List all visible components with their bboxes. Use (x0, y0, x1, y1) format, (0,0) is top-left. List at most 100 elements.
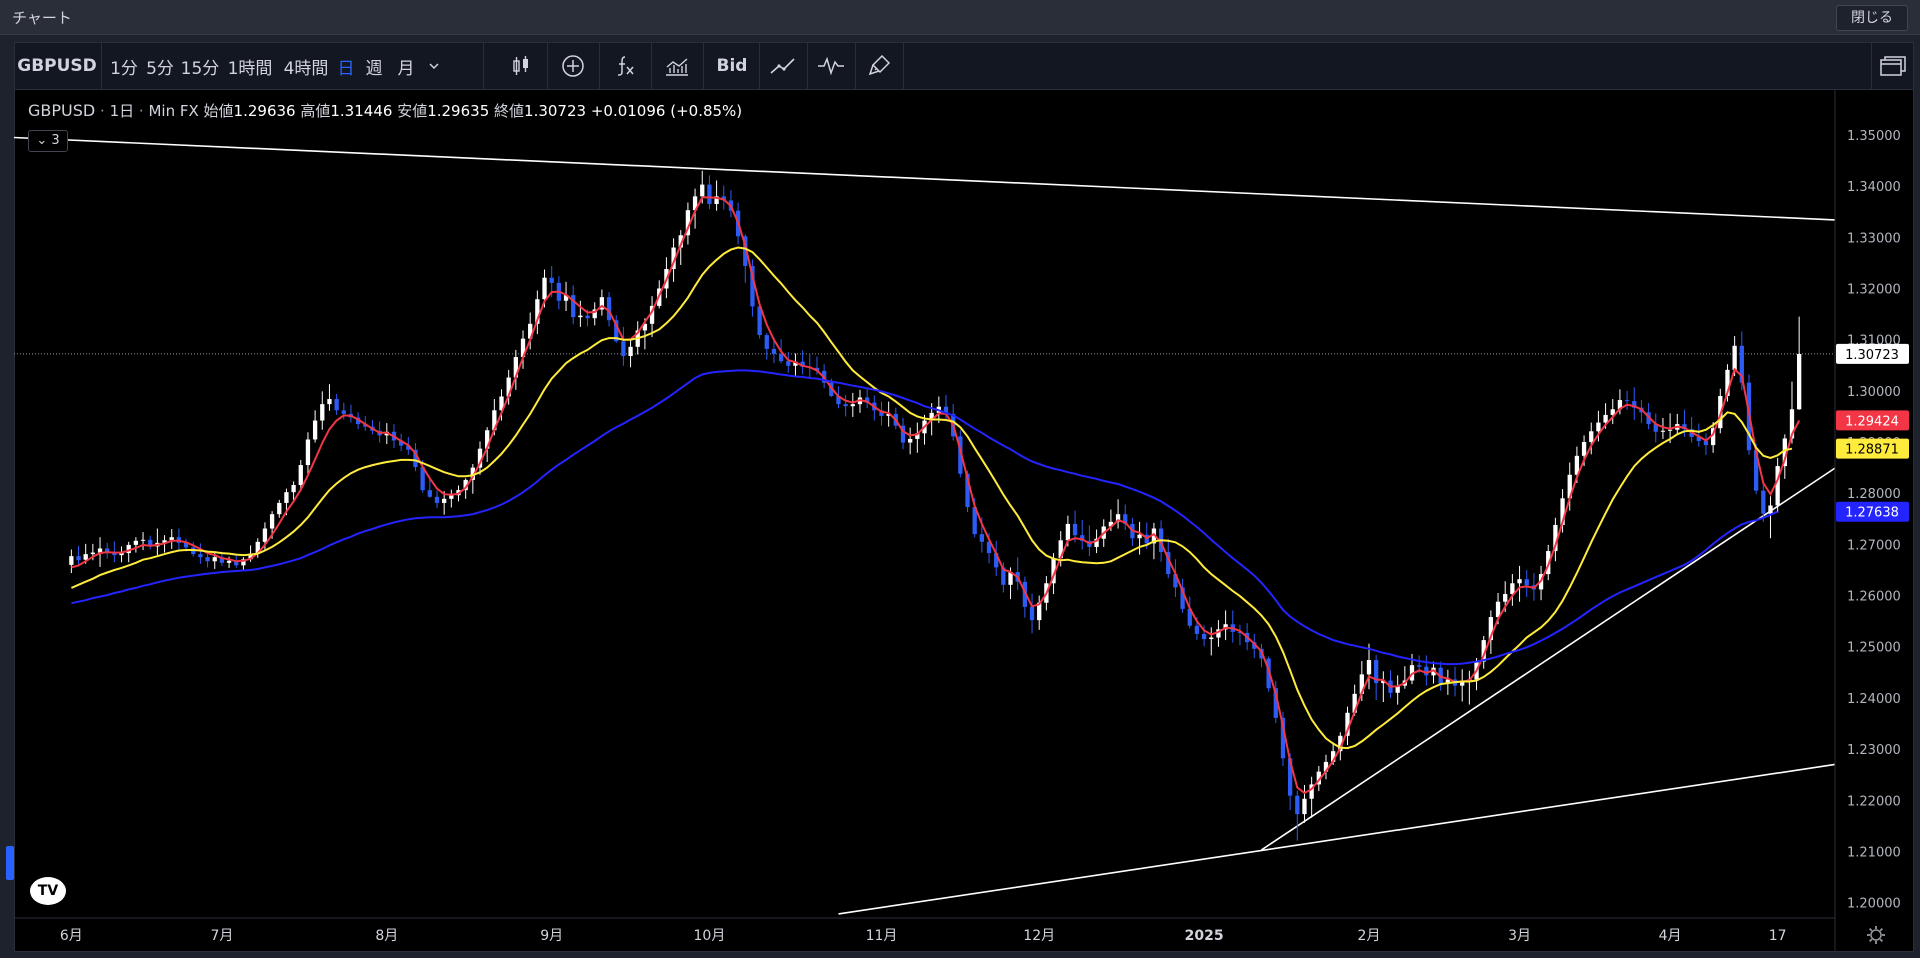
indicator-count: 3 (51, 133, 60, 148)
price-tick-label: 1.23000 (1847, 743, 1901, 758)
legend-interval: 1日 (109, 102, 135, 120)
candle-body (1366, 660, 1372, 675)
candle-body (434, 496, 440, 503)
candles (69, 170, 1802, 841)
candle-body (549, 277, 554, 283)
legend-low: 1.29635 (427, 102, 490, 120)
price-tick-label: 1.22000 (1847, 794, 1901, 809)
candle-body (212, 557, 217, 562)
candle-body (205, 557, 210, 562)
candle-body (621, 341, 626, 357)
candle-body (76, 556, 81, 561)
gear-icon[interactable] (1867, 926, 1885, 944)
legend-symbol: GBPUSD (28, 101, 96, 120)
candle-body (1295, 795, 1300, 815)
gear-icon-tooth (1868, 938, 1873, 943)
price-tick-label: 1.32000 (1847, 282, 1901, 297)
price-tick-label: 1.34000 (1847, 180, 1901, 195)
candle-body (1589, 431, 1594, 443)
candle-body (700, 184, 705, 197)
candle-body (262, 528, 268, 542)
time-tick-label: 9月 (540, 928, 563, 944)
price-tick-label: 1.35000 (1847, 129, 1901, 144)
candle-body (578, 315, 583, 318)
trendline[interactable] (13, 136, 1836, 221)
candle-body (334, 399, 339, 411)
legend-collapse-button[interactable]: ⌄ 3 (28, 130, 68, 152)
time-tick-label: 2025 (1185, 928, 1224, 944)
candle-body (786, 361, 791, 366)
candle-body (305, 439, 311, 466)
candle-body (1209, 637, 1214, 640)
price-chart[interactable]: 1.350001.340001.330001.320001.310001.300… (0, 0, 1920, 958)
candle-body (341, 410, 346, 414)
candle-body (628, 346, 633, 357)
candle-body (449, 495, 454, 499)
legend-high-label: 高値 (300, 102, 331, 120)
candle-body (90, 552, 96, 555)
moving-average-line (70, 246, 1793, 750)
candle-body (1194, 625, 1200, 634)
candle-body (778, 353, 784, 362)
legend-high: 1.31446 (330, 102, 393, 120)
candle-body (312, 420, 318, 440)
candle-body (298, 465, 303, 486)
moving-averages (70, 196, 1801, 795)
candle-body (1732, 345, 1737, 370)
price-tick-label: 1.20000 (1847, 897, 1901, 912)
candle-body (1201, 633, 1207, 640)
candle-body (1517, 579, 1522, 584)
candle-body (771, 348, 777, 354)
candle-body (1624, 400, 1630, 402)
candle-body (198, 554, 203, 558)
candle-body (83, 554, 88, 560)
candle-body (284, 492, 289, 503)
candle-body (1072, 523, 1078, 536)
price-tick-label: 1.25000 (1847, 641, 1901, 656)
candle-body (1660, 430, 1666, 432)
price-label-text: 1.30723 (1845, 348, 1899, 363)
candle-body (1761, 490, 1766, 514)
chart-legend: GBPUSD · 1日 · Min FX 始値1.29636 高値1.31446… (28, 100, 742, 121)
legend-dot: · (138, 102, 144, 120)
time-tick-label: 7月 (210, 928, 233, 944)
legend-close: 1.30723 (524, 102, 587, 120)
candle-body (1768, 505, 1773, 514)
candle-body (764, 335, 769, 349)
legend-open: 1.29636 (233, 102, 296, 120)
price-tick-label: 1.30000 (1847, 385, 1901, 400)
moving-average-line (71, 196, 1801, 795)
candle-body (1137, 534, 1142, 539)
time-tick-label: 8月 (375, 928, 398, 944)
time-axis[interactable]: 6月 7月 8月 9月 10月 11月 12月 2025 2月 3月 4月 17 (14, 917, 1885, 944)
candle-body (850, 404, 855, 407)
left-panel-handle[interactable] (6, 846, 14, 880)
candle-body (979, 534, 985, 542)
moving-average-line (71, 369, 1779, 666)
candle-body (291, 485, 296, 493)
time-tick-label: 11月 (866, 928, 898, 944)
gear-icon-ring (1870, 929, 1882, 941)
time-tick-label: 6月 (60, 928, 83, 944)
price-tick-label: 1.26000 (1847, 590, 1901, 605)
price-tick-label: 1.27000 (1847, 538, 1901, 553)
candle-body (442, 498, 447, 503)
candle-body (1503, 594, 1508, 602)
candle-body (843, 404, 848, 407)
candle-body (133, 540, 139, 545)
candle-body (1797, 353, 1802, 410)
time-tick-label: 10月 (694, 928, 726, 944)
legend-dot: · (100, 102, 105, 120)
trendline[interactable] (838, 763, 1836, 915)
tradingview-logo: TV (30, 877, 66, 905)
legend-source: Min FX (148, 102, 199, 120)
price-label-text: 1.29424 (1845, 414, 1899, 429)
time-tick-label: 17 (1769, 928, 1787, 944)
legend-close-label: 終値 (494, 102, 525, 120)
trendline[interactable] (1261, 467, 1836, 851)
candle-body (69, 556, 74, 565)
candle-body (327, 399, 332, 405)
candle-body (1603, 414, 1608, 423)
price-tick-label: 1.21000 (1847, 845, 1901, 860)
time-tick-label: 4月 (1659, 928, 1682, 944)
